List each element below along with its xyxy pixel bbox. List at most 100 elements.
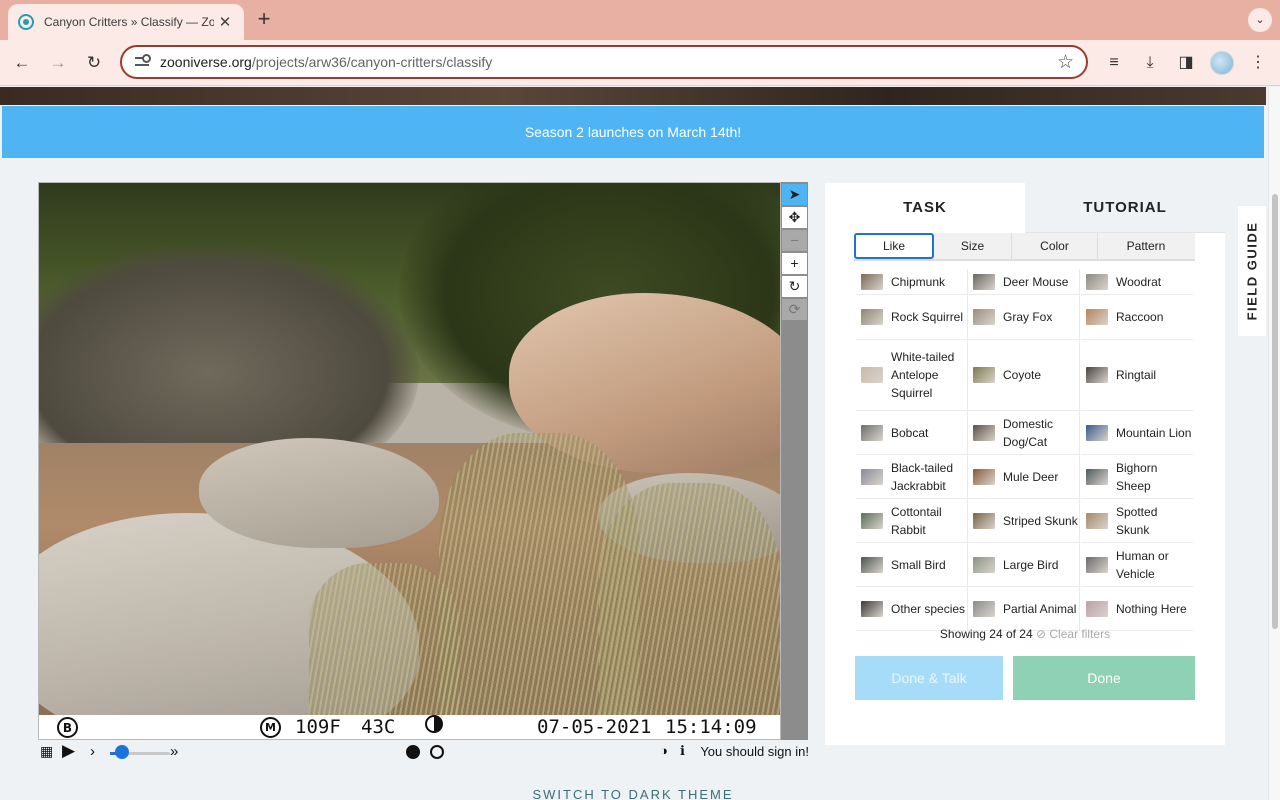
download-icon[interactable]: ⤓ — [1139, 52, 1161, 74]
back-icon[interactable]: ← — [10, 51, 34, 75]
bookmark-star-icon[interactable]: ☆ — [1057, 51, 1074, 74]
species-option[interactable]: Human or Vehicle — [1081, 543, 1193, 587]
species-label: Woodrat — [1116, 274, 1162, 289]
media-controls-icon[interactable]: ≡ — [1103, 52, 1125, 74]
site-info-icon[interactable] — [134, 54, 151, 70]
task-tabs: TASK TUTORIAL — [825, 183, 1225, 233]
field-guide-tab[interactable]: FIELD GUIDE — [1238, 206, 1266, 336]
pointer-tool-icon[interactable]: ➤ — [782, 184, 807, 205]
switch-dark-theme-button[interactable]: SWITCH TO DARK THEME — [0, 787, 1266, 800]
species-option[interactable]: Domestic Dog/Cat — [968, 411, 1080, 455]
done-and-talk-button[interactable]: Done & Talk — [855, 656, 1003, 700]
clear-filters-button[interactable]: ⊘ Clear filters — [1036, 627, 1110, 641]
camera-trap-photo[interactable] — [39, 183, 780, 715]
species-option[interactable]: Small Bird — [856, 543, 968, 587]
play-icon[interactable]: ▶ — [62, 741, 75, 761]
species-thumbnail — [1086, 600, 1108, 617]
temperature-f: 109F — [295, 716, 341, 738]
task-panel: TASK TUTORIAL Like Size Color Pattern Ch… — [825, 183, 1225, 745]
species-option[interactable]: Chipmunk — [856, 269, 968, 295]
species-option[interactable]: Large Bird — [968, 543, 1080, 587]
species-label: Mule Deer — [1003, 469, 1059, 484]
page-content: Season 2 launches on March 14th! B M 109… — [0, 87, 1268, 800]
species-label: Cottontail Rabbit — [891, 504, 942, 537]
side-panel-icon[interactable]: ◨ — [1175, 52, 1197, 74]
url-host: zooniverse.org — [160, 54, 252, 70]
reload-icon[interactable]: ↻ — [82, 51, 106, 75]
reset-image-icon[interactable]: ⟳ — [782, 299, 807, 320]
species-option[interactable]: Cottontail Rabbit — [856, 499, 968, 543]
species-thumbnail — [973, 309, 995, 325]
species-option[interactable]: Nothing Here — [1081, 587, 1193, 631]
filter-size[interactable]: Size — [934, 233, 1012, 259]
species-thumbnail — [861, 600, 883, 617]
sign-in-prompt[interactable]: You should sign in! — [700, 744, 809, 759]
species-option[interactable]: Black-tailed Jackrabbit — [856, 455, 968, 499]
species-option[interactable]: Gray Fox — [968, 295, 1080, 340]
browser-tab[interactable]: Canyon Critters » Classify — Zooniverse … — [8, 4, 244, 40]
species-label: Rock Squirrel — [891, 310, 964, 324]
species-option[interactable]: Ringtail — [1081, 340, 1193, 411]
pan-tool-icon[interactable]: ✥ — [782, 207, 807, 228]
subject-viewer[interactable]: B M 109F 43C 07-05-2021 15:14:09 — [38, 182, 781, 740]
species-option[interactable]: White-tailed Antelope Squirrel — [856, 340, 968, 411]
species-option[interactable]: Woodrat — [1081, 269, 1193, 295]
species-thumbnail — [1086, 309, 1108, 325]
filter-pattern[interactable]: Pattern — [1098, 233, 1194, 259]
species-option[interactable]: Partial Animal — [968, 587, 1080, 631]
species-thumbnail — [973, 424, 995, 441]
invert-colors-icon[interactable]: ◑ — [660, 743, 668, 758]
faster-icon[interactable]: » — [170, 743, 178, 760]
species-option[interactable]: Other species — [856, 587, 968, 631]
species-option[interactable]: Mule Deer — [968, 455, 1080, 499]
done-button[interactable]: Done — [1013, 656, 1195, 700]
species-option[interactable]: Coyote — [968, 340, 1080, 411]
forward-icon[interactable]: → — [46, 51, 70, 75]
tab-task[interactable]: TASK — [825, 183, 1025, 233]
species-option[interactable]: Raccoon — [1081, 295, 1193, 340]
speed-slider-thumb[interactable] — [115, 745, 129, 759]
zoom-out-icon[interactable]: − — [782, 230, 807, 251]
species-thumbnail — [1086, 512, 1108, 529]
species-option[interactable]: Mountain Lion — [1081, 411, 1193, 455]
species-option[interactable]: Bighorn Sheep — [1081, 455, 1193, 499]
photo-date: 07-05-2021 — [537, 716, 652, 738]
close-tab-icon[interactable]: ✕ — [216, 13, 234, 31]
species-thumbnail — [861, 556, 883, 573]
tab-search-button[interactable]: ⌄ — [1248, 8, 1272, 32]
project-hero-image — [0, 87, 1266, 105]
species-thumbnail — [861, 309, 883, 325]
species-filter-bar: Like Size Color Pattern — [854, 233, 1195, 261]
metadata-info-icon[interactable]: ℹ — [680, 743, 685, 759]
photo-info-stamp: B M 109F 43C 07-05-2021 15:14:09 — [39, 715, 780, 739]
species-label: Raccoon — [1116, 310, 1164, 324]
filter-like[interactable]: Like — [854, 233, 934, 259]
species-label: Mountain Lion — [1116, 425, 1192, 440]
tab-tutorial[interactable]: TUTORIAL — [1025, 183, 1225, 233]
new-tab-button[interactable]: + — [254, 8, 274, 31]
species-option[interactable]: Deer Mouse — [968, 269, 1080, 295]
filter-color[interactable]: Color — [1012, 233, 1098, 259]
slower-icon[interactable]: › — [90, 743, 95, 760]
species-label: Partial Animal — [1003, 601, 1077, 616]
species-option[interactable]: Spotted Skunk — [1081, 499, 1193, 543]
species-label: Spotted Skunk — [1116, 504, 1158, 537]
page-scrollbar[interactable] — [1268, 87, 1280, 800]
address-bar[interactable]: zooniverse.org/projects/arw36/canyon-cri… — [120, 45, 1088, 79]
rotate-icon[interactable]: ↻ — [782, 276, 807, 297]
frame-dot-2[interactable] — [430, 745, 444, 759]
species-thumbnail — [1086, 468, 1108, 485]
species-label: Human or Vehicle — [1116, 548, 1169, 581]
grid-view-icon[interactable]: ▦ — [40, 743, 53, 760]
species-option[interactable]: Bobcat — [856, 411, 968, 455]
scrollbar-thumb[interactable] — [1272, 194, 1278, 629]
zoom-in-icon[interactable]: + — [782, 253, 807, 274]
species-option[interactable]: Striped Skunk — [968, 499, 1080, 543]
species-label: Deer Mouse — [1003, 274, 1069, 289]
frame-dot-1[interactable] — [406, 745, 420, 759]
species-option[interactable]: Rock Squirrel — [856, 295, 968, 340]
profile-avatar[interactable] — [1210, 51, 1234, 75]
species-label: Bobcat — [891, 425, 929, 440]
more-menu-icon[interactable]: ⋮ — [1247, 52, 1269, 74]
species-thumbnail — [1086, 556, 1108, 573]
